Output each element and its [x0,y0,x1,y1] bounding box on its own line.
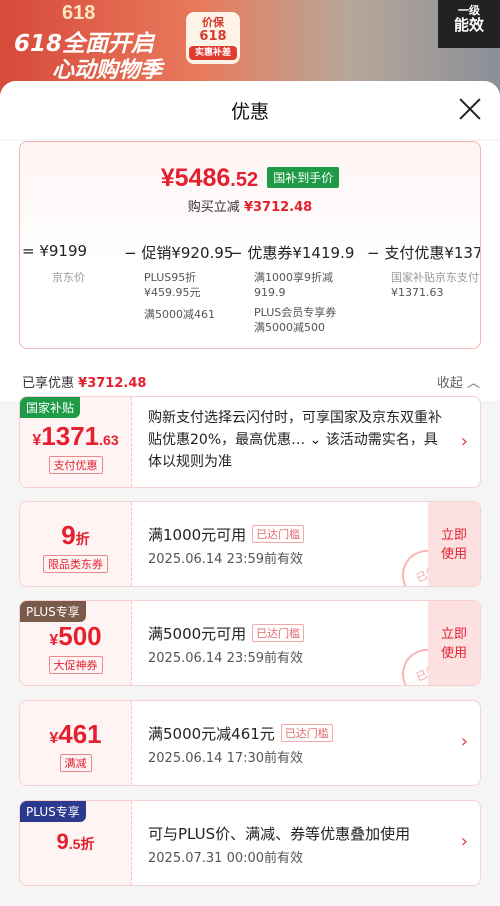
sheet-header: 优惠 [0,81,500,139]
chevron-right-icon[interactable]: › [461,731,468,752]
coupon-amount: 9折 [61,520,90,550]
coupon-condition: 满1000元可用 已达门槛 [148,524,305,545]
banner-headline-2: 心动购物季 [52,58,163,83]
threshold-reached-tag: 已达门槛 [280,724,333,742]
coupon-value-panel: ¥461 满减 [20,701,132,785]
coupon-validity: 2025.06.14 23:59前有效 [148,552,304,567]
threshold-reached-tag: 已达门槛 [252,624,305,642]
coupon-validity: 2025.06.14 23:59前有效 [148,651,304,666]
price-breakdown-card: ¥5486.52 国补到手价 购买立减 ¥3712.48 = ¥9199 − 促… [19,141,481,349]
coupon-amount: ¥1371.63 [32,421,119,451]
energy-label-badge: 一级 能效 [438,0,500,48]
chevron-right-icon[interactable]: › [461,831,468,852]
collapse-toggle[interactable]: 收起 ︿ [437,372,480,391]
use-now-button[interactable]: 立即 使用 [428,601,480,685]
coupon-amount: ¥461 [49,719,102,749]
jd-price-label: 京东价 [52,271,85,284]
enjoyed-discount-row: 已享优惠 ¥3712.48 收起 ︿ [0,361,500,401]
coupon-card-461[interactable]: ¥461 满减 满5000元减461元 已达门槛 2025.06.14 17:30… [19,700,481,786]
coupon-value-panel: 9折 限品类东券 [20,502,132,586]
coupon-card-subsidy[interactable]: ¥1371.63 支付优惠 国家补贴 购新支付选择云闪付时，可享国家及京东双重补… [19,396,481,488]
sheet-title: 优惠 [230,101,269,123]
enjoyed-discount-label: 已享优惠 ¥3712.48 [22,376,147,391]
final-price-row: ¥5486.52 国补到手价 [20,164,480,193]
coupon-kind: 支付优惠 [48,456,103,474]
threshold-reached-tag: 已达门槛 [252,525,305,543]
formula-promo: − 促销¥920.95 [124,244,234,262]
coupon-amount: 9.5折 [56,829,95,854]
price-protect-badge: 价保 618 实惠补差 [186,12,240,64]
coupon-badge: 国家补贴 [20,397,81,418]
coupon-card-discount: 9折 限品类东券 满1000元可用 已达门槛 2025.06.14 23:59前有… [19,501,481,587]
use-now-button[interactable]: 立即 使用 [428,502,480,586]
formula-pay: − 支付优惠¥1371.63 [367,244,480,262]
price-summary-section: ¥5486.52 国补到手价 购买立减 ¥3712.48 = ¥9199 − 促… [0,141,500,361]
final-price: ¥5486.52 [160,164,259,192]
formula-jd-price: = ¥9199 [22,242,88,260]
coupon-card-plus-discount[interactable]: 9.5折 PLUS专享 可与PLUS价、满减、券等优惠叠加使用 2025.07.… [19,800,481,886]
subsidy-price-tag: 国补到手价 [267,167,340,188]
coupon-condition: 可与PLUS价、满减、券等优惠叠加使用 [148,825,411,843]
coupon-condition: 满5000元可用 已达门槛 [148,623,305,644]
chevron-right-icon[interactable]: › [461,431,468,452]
coupon-condition: 满5000元减461元 已达门槛 [148,723,333,744]
coupon-kind: 限品类东券 [43,555,108,573]
close-icon[interactable] [458,97,482,121]
coupon-validity: 2025.07.31 00:00前有效 [148,851,304,866]
coupon-amount: ¥500 [49,621,102,651]
direct-discount-row: 购买立减 ¥3712.48 [187,200,313,215]
banner-618-tag: 618 [62,2,96,24]
formula-coupon: − 优惠券¥1419.9 [230,244,355,262]
coupon-kind: 大促神券 [48,656,103,674]
coupon-badge: PLUS专享 [20,801,86,822]
coupon-description: 购新支付选择云闪付时，可享国家及京东双重补贴优惠20%，最高优惠… ⌄ 该活动需… [148,410,442,470]
coupon-kind: 满减 [59,754,92,772]
coupon-card-plus-500: ¥500 大促神券 PLUS专享 满5000元可用 已达门槛 2025.06.14… [19,600,481,686]
coupon-validity: 2025.06.14 17:30前有效 [148,751,304,766]
discount-sheet: 优惠 ¥5486.52 国补到手价 购买立减 ¥3712.48 = ¥9199 … [0,81,500,906]
coupon-badge: PLUS专享 [20,601,86,622]
